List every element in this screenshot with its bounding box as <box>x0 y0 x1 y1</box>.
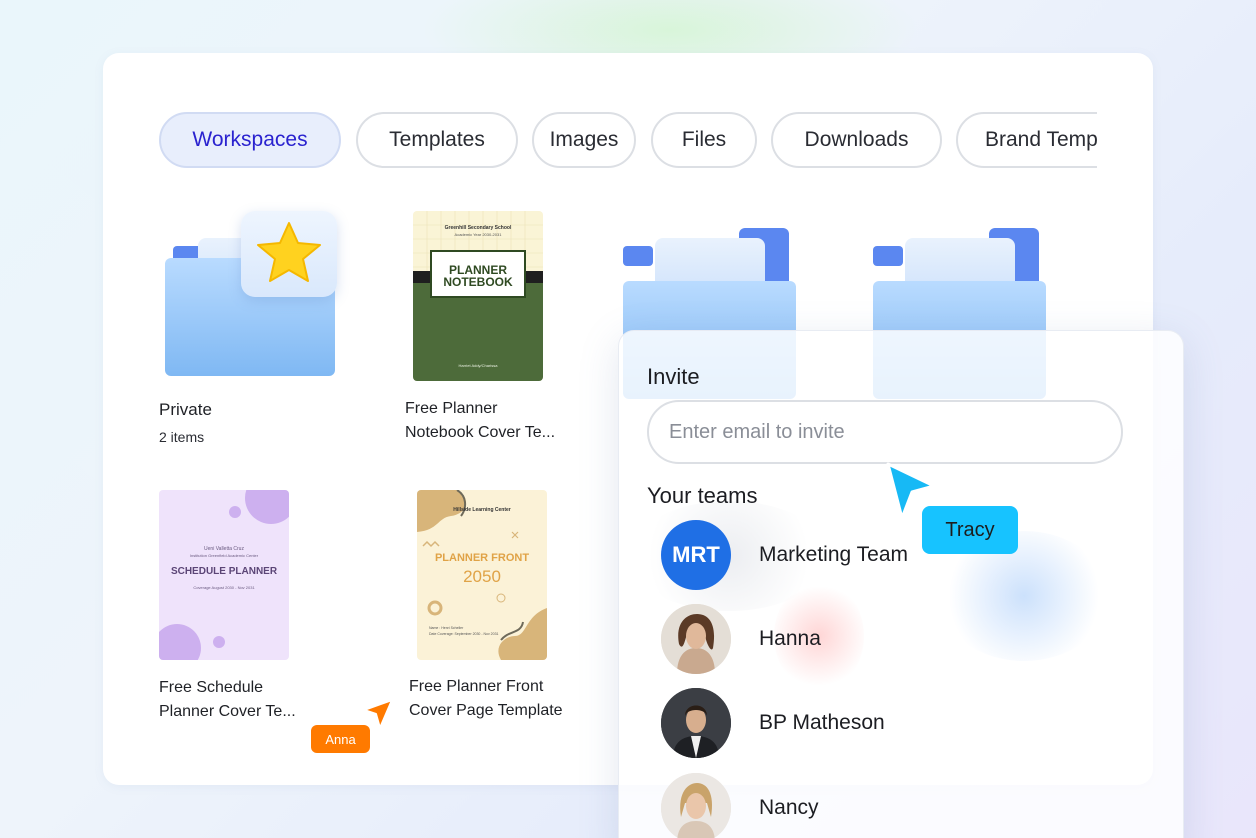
schedule-title: SCHEDULE PLANNER <box>170 566 278 577</box>
tab-brand-templates[interactable]: Brand Templates <box>956 112 1097 168</box>
folder-tab <box>623 246 653 266</box>
front-year: 2050 <box>463 567 501 586</box>
invite-heading: Invite <box>647 364 700 389</box>
item-title-notebook-line2: Notebook Cover Te... <box>405 424 556 441</box>
avatar <box>661 688 731 758</box>
member-name: Hanna <box>759 627 821 650</box>
user-photo-icon <box>661 604 731 674</box>
front-foot-1: Name : Henri Scheller <box>429 626 464 630</box>
avatar: MRT <box>661 520 731 590</box>
teams-heading: Your teams <box>647 483 758 508</box>
thumbnail-planner-notebook[interactable]: Greenhill Secondary School Academic Year… <box>413 211 543 381</box>
schedule-top-2: Institution Greenfield Academic Center <box>189 553 259 558</box>
thumbnail-schedule-planner[interactable]: Ueni Valletta Cruz Institution Greenfiel… <box>159 490 289 660</box>
notebook-school: Greenhill Secondary School <box>444 225 512 231</box>
cursor-label-anna: Anna <box>311 725 370 753</box>
star-icon <box>257 222 321 282</box>
avatar <box>661 604 731 674</box>
item-title-front-line2: Cover Page Template <box>409 702 563 719</box>
invite-panel: Invite Enter email to invite Your teams … <box>618 330 1184 838</box>
tab-images[interactable]: Images <box>532 112 636 168</box>
star-badge <box>241 211 337 297</box>
folder-tab <box>873 246 903 266</box>
member-name: BP Matheson <box>759 711 885 734</box>
member-row-nancy[interactable]: Nancy <box>661 773 819 838</box>
item-title-schedule-line2: Planner Cover Te... <box>159 703 296 720</box>
item-title-schedule-line1: Free Schedule <box>159 679 264 696</box>
notebook-title-2: NOTEBOOK <box>443 275 513 289</box>
tab-files[interactable]: Files <box>651 112 757 168</box>
notebook-year: Academic Year 2030-2031 <box>454 232 502 237</box>
cursor-label-tracy: Tracy <box>922 506 1018 554</box>
avatar <box>661 773 731 838</box>
front-foot-2: Date Coverage: September 2030 - Nov 2031 <box>429 632 499 636</box>
item-count-private: 2 items <box>159 429 205 445</box>
member-name: Marketing Team <box>759 543 909 566</box>
member-row-marketing-team[interactable]: MRT Marketing Team <box>661 520 908 590</box>
tab-templates[interactable]: Templates <box>356 112 518 168</box>
tab-downloads[interactable]: Downloads <box>771 112 942 168</box>
item-title-notebook-line1: Free Planner <box>405 400 498 417</box>
user-photo-icon <box>661 773 731 838</box>
tab-workspaces[interactable]: Workspaces <box>159 112 341 168</box>
front-header: Hillside Learning Center <box>453 507 511 513</box>
item-title-private: Private <box>159 400 212 419</box>
item-title-front-line1: Free Planner Front <box>409 678 544 695</box>
schedule-top-1: Ueni Valletta Cruz <box>204 546 244 552</box>
schedule-dates: Coverage August 2030 - Nov 2031 <box>193 585 255 590</box>
member-row-bp-matheson[interactable]: BP Matheson <box>661 688 885 758</box>
front-title: PLANNER FRONT <box>434 552 530 564</box>
invite-email-input[interactable]: Enter email to invite <box>647 400 1123 464</box>
member-row-hanna[interactable]: Hanna <box>661 604 821 674</box>
member-name: Nancy <box>759 796 819 819</box>
thumbnail-planner-front[interactable]: Hillside Learning Center PLANNER FRONT 2… <box>417 490 547 660</box>
notebook-author: Harriet Addy/Charissa <box>458 363 498 368</box>
category-tabs: Workspaces Templates Images Files Downlo… <box>159 110 1097 170</box>
user-photo-icon <box>661 688 731 758</box>
